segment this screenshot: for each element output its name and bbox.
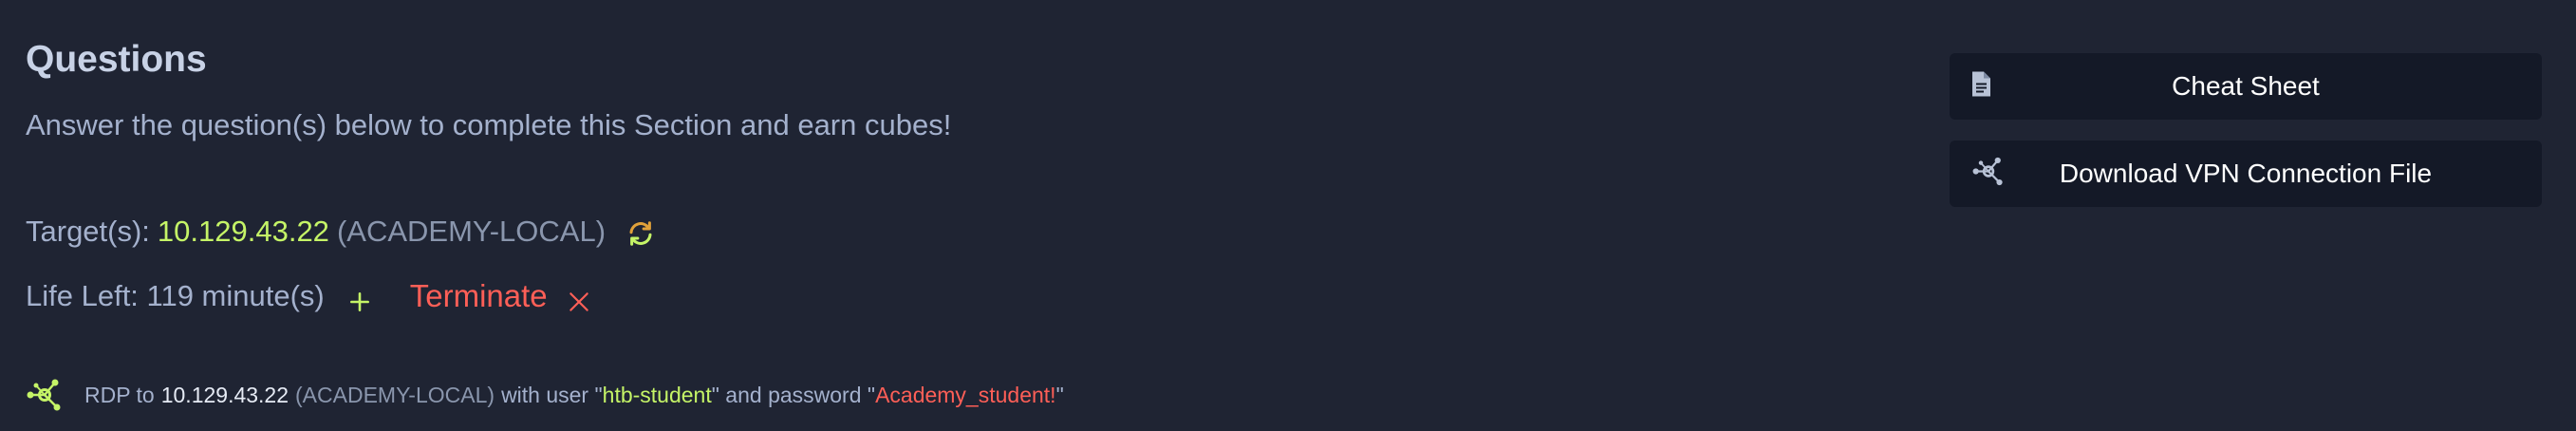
cheat-sheet-button[interactable]: Cheat Sheet [1950,53,2542,120]
download-vpn-button[interactable]: Download VPN Connection File [1950,141,2542,207]
rdp-instructions: RDP to 10.129.43.22 (ACADEMY-LOCAL) with… [26,376,1064,414]
cheat-sheet-label: Cheat Sheet [2172,71,2320,101]
rdp-ip: 10.129.43.22 [160,383,289,407]
document-icon [1970,71,1991,103]
rdp-suffix: " [1055,383,1064,407]
rdp-host: (ACADEMY-LOCAL) [295,383,495,407]
rdp-username: htb-student [602,383,712,407]
network-icon [26,378,64,412]
questions-subtitle: Answer the question(s) below to complete… [26,108,952,141]
rdp-with-user-text: with user " [501,383,603,407]
rdp-and-password-text: " and password " [711,383,876,407]
target-host: (ACADEMY-LOCAL) [336,215,607,248]
life-left-label: Life Left: 119 minute(s) [26,279,325,312]
terminate-button[interactable]: Terminate [410,275,548,317]
plus-icon[interactable] [347,284,372,311]
network-icon [1970,157,2007,192]
target-label: Target(s): [26,215,150,248]
life-row: Life Left: 119 minute(s) Terminate [26,275,591,317]
download-vpn-label: Download VPN Connection File [2059,159,2433,188]
rdp-password: Academy_student! [875,383,1056,407]
target-ip: 10.129.43.22 [157,215,329,248]
refresh-icon[interactable] [626,217,655,246]
questions-heading: Questions [26,39,207,80]
rdp-prefix: RDP to [84,383,155,407]
close-icon[interactable] [567,284,591,311]
target-row: Target(s): 10.129.43.22 (ACADEMY-LOCAL) [26,211,655,253]
